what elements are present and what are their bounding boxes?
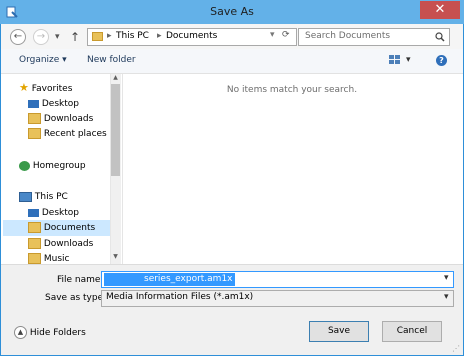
back-button[interactable]: ← (10, 29, 26, 45)
new-folder-button[interactable]: New folder (87, 55, 136, 65)
refresh-icon[interactable]: ⟳ (282, 30, 290, 40)
sidebar-item-label: Homegroup (32, 161, 86, 171)
views-icon[interactable] (389, 54, 401, 65)
recent-locations-button[interactable]: ▾ (55, 29, 65, 45)
sidebar-item-downloads-favorite[interactable]: Downloads (28, 111, 93, 127)
selection-highlight (104, 273, 142, 286)
sidebar-item-this-pc[interactable]: This PC (19, 189, 68, 205)
sidebar-item-downloads[interactable]: Downloads (28, 236, 93, 252)
sidebar-item-documents[interactable]: Documents (3, 220, 110, 236)
empty-message: No items match your search. (226, 85, 358, 95)
save-type-select[interactable]: Media Information Files (*.am1x) ▾ (101, 290, 454, 307)
scroll-up-arrow[interactable]: ▲ (111, 74, 120, 83)
up-button[interactable]: ↑ (70, 28, 82, 46)
forward-button[interactable]: → (33, 29, 49, 45)
homegroup-icon (19, 160, 30, 171)
desktop-icon (28, 208, 39, 217)
views-dropdown-icon[interactable]: ▾ (406, 55, 411, 65)
breadcrumb-separator: ▸ (107, 31, 112, 41)
scroll-thumb[interactable] (111, 84, 120, 176)
sidebar-item-label: Desktop (41, 99, 79, 109)
search-icon[interactable] (435, 32, 445, 42)
address-dropdown-icon[interactable]: ▾ (270, 30, 275, 40)
sidebar-item-label: Recent places (43, 129, 107, 139)
recent-places-icon (28, 128, 41, 139)
sidebar-item-label: Desktop (41, 208, 79, 218)
favorites-label: Favorites (31, 84, 73, 94)
sidebar-item-label: This PC (34, 192, 68, 202)
sidebar-item-label: Music (43, 254, 70, 264)
chevron-up-icon: ▲ (14, 326, 27, 339)
window-title: Save As (210, 5, 254, 18)
organize-button[interactable]: Organize ▾ (19, 55, 67, 65)
documents-folder-icon (28, 222, 41, 233)
hide-folders-label: Hide Folders (29, 328, 86, 338)
folder-icon (92, 32, 103, 41)
downloads-folder-icon (28, 238, 41, 249)
sidebar-item-homegroup[interactable]: Homegroup (19, 158, 86, 174)
close-button[interactable]: ✕ (420, 1, 460, 19)
file-name-value: series_export.am1x (142, 273, 235, 286)
scroll-down-arrow[interactable]: ▼ (111, 253, 120, 262)
search-input[interactable]: Search Documents (298, 28, 450, 46)
breadcrumb-separator: ▸ (157, 31, 162, 41)
save-type-value: Media Information Files (*.am1x) (106, 292, 254, 302)
save-type-dropdown-icon[interactable]: ▾ (444, 292, 449, 302)
downloads-folder-icon (28, 113, 41, 124)
save-button[interactable]: Save (309, 321, 369, 342)
file-name-label: File name: (57, 275, 104, 285)
star-icon: ★ (19, 81, 29, 94)
address-bar[interactable]: ▸ This PC ▸ Documents ▾ ⟳ (87, 28, 297, 46)
sidebar-item-desktop[interactable]: Desktop (28, 205, 79, 221)
file-name-dropdown-icon[interactable]: ▾ (444, 273, 449, 283)
sidebar-item-label: Downloads (43, 239, 94, 249)
file-name-field[interactable]: series_export.am1x ▾ (101, 271, 454, 288)
resize-grip[interactable]: ⋰ (452, 344, 462, 354)
save-type-label: Save as type: (45, 293, 107, 303)
help-icon[interactable]: ? (436, 55, 447, 66)
sidebar-item-label: Downloads (43, 114, 94, 124)
music-folder-icon (28, 253, 41, 264)
sidebar-item-desktop-favorite[interactable]: Desktop (28, 96, 79, 112)
hide-folders-button[interactable]: ▲ Hide Folders (14, 326, 86, 339)
cancel-button[interactable]: Cancel (382, 321, 442, 342)
breadcrumb-this-pc[interactable]: This PC (116, 31, 149, 41)
sidebar-item-label: Documents (43, 223, 96, 233)
search-placeholder: Search Documents (305, 31, 391, 41)
favorites-group[interactable]: ★ Favorites (19, 80, 72, 96)
sidebar-item-recent-places[interactable]: Recent places (28, 126, 107, 142)
breadcrumb-documents[interactable]: Documents (166, 31, 217, 41)
computer-icon (19, 191, 32, 202)
file-list[interactable] (122, 74, 462, 264)
desktop-icon (28, 99, 39, 108)
